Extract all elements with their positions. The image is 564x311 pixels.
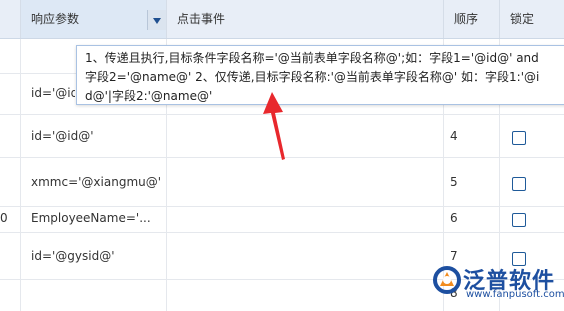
- response-value: id='@id@': [31, 86, 75, 100]
- lock-cell[interactable]: [500, 115, 564, 157]
- tooltip-line-1: 1、传递且执行,目标条件字段名称='@当前表单字段名称@';如：字段1='@id…: [85, 51, 539, 65]
- header-response-params-label: 响应参数: [31, 12, 80, 26]
- click-event-cell[interactable]: [167, 280, 444, 311]
- row-prefix-value: 0: [0, 211, 8, 225]
- click-event-cell[interactable]: [167, 115, 444, 157]
- response-value: xmmc='@xiangmu@': [31, 175, 162, 189]
- header-lock[interactable]: 锁定: [500, 0, 564, 38]
- header-lock-label: 锁定: [510, 12, 535, 26]
- response-value: id='@gysid@': [31, 249, 115, 263]
- click-event-cell[interactable]: [167, 158, 444, 206]
- response-value: EmployeeName='...: [31, 211, 151, 225]
- header-order[interactable]: 顺序: [444, 0, 500, 38]
- header-click-event[interactable]: 点击事件: [167, 0, 444, 38]
- row-number-cell: [0, 74, 21, 114]
- header-response-params[interactable]: 响应参数: [21, 0, 167, 38]
- order-value: 6: [450, 211, 458, 225]
- table-row[interactable]: 0 EmployeeName='... 6: [0, 207, 564, 233]
- order-value: 4: [450, 129, 458, 143]
- header-row-number: [0, 0, 21, 38]
- logo-url-text: www.fanpusoft.com: [466, 289, 564, 300]
- row-number-cell: [0, 115, 21, 157]
- row-number-cell: [0, 233, 21, 279]
- table-row[interactable]: xmmc='@xiangmu@' 5: [0, 158, 564, 207]
- click-event-cell[interactable]: [167, 233, 444, 279]
- lock-checkbox[interactable]: [512, 131, 526, 145]
- response-value: id='@id@': [31, 129, 94, 143]
- tooltip-line-2: 字段2='@name@' 2、仅传递,目标字段名称:'@当前表单字段名称@' 如…: [85, 70, 540, 84]
- row-number-cell: [0, 280, 21, 311]
- header-order-label: 顺序: [454, 12, 479, 26]
- row-number-cell: [0, 39, 21, 73]
- lock-checkbox[interactable]: [512, 177, 526, 191]
- column-menu-dropdown-icon[interactable]: [147, 10, 166, 30]
- order-value: 5: [450, 175, 458, 189]
- lock-cell[interactable]: [500, 158, 564, 206]
- row-number-cell: [0, 158, 21, 206]
- click-event-cell[interactable]: [167, 207, 444, 232]
- lock-checkbox[interactable]: [512, 213, 526, 227]
- annotation-arrow-icon: [263, 92, 285, 160]
- grid-header: 响应参数 点击事件 顺序 锁定: [0, 0, 564, 39]
- response-cell[interactable]: [21, 280, 167, 311]
- header-click-event-label: 点击事件: [177, 12, 226, 26]
- lock-cell[interactable]: [500, 207, 564, 232]
- help-tooltip: 1、传递且执行,目标条件字段名称='@当前表单字段名称@';如：字段1='@id…: [76, 45, 564, 105]
- tooltip-line-3: d@'|字段2:'@name@': [85, 89, 213, 103]
